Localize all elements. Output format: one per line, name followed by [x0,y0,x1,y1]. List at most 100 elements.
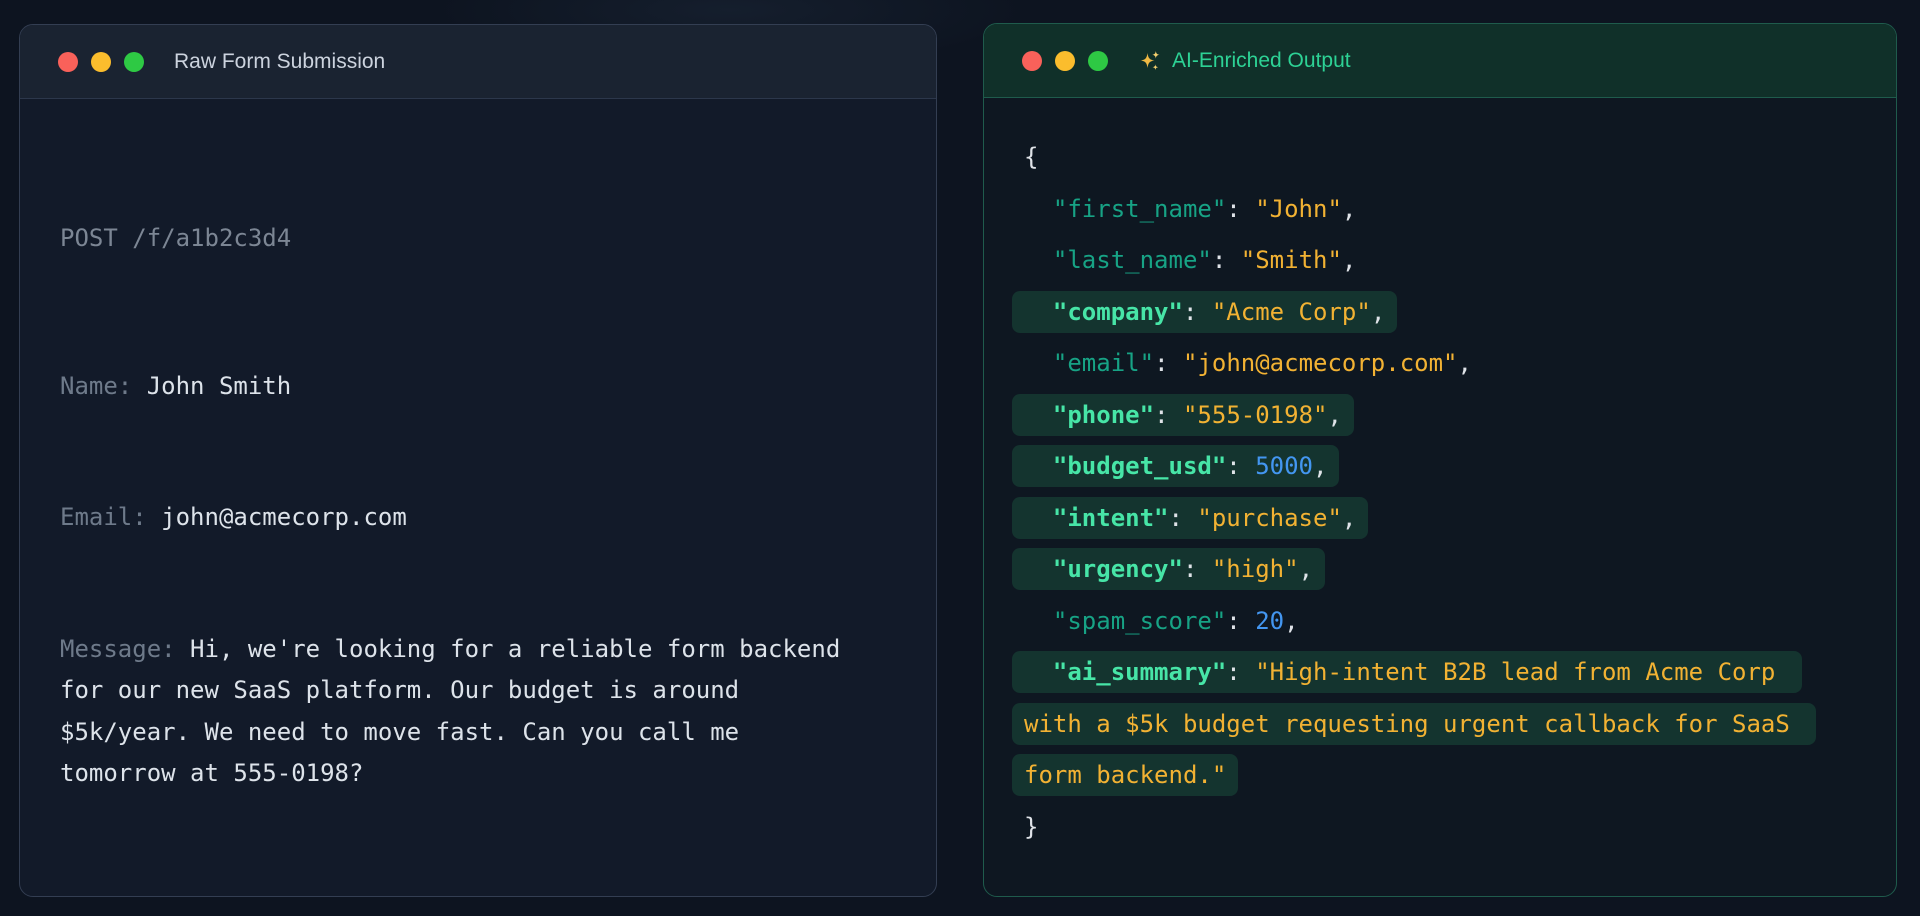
json-token: , [1342,246,1356,274]
json-token: "email" [1053,349,1154,377]
name-field: Name: John Smith [60,366,855,408]
json-token: , [1371,298,1385,326]
raw-form-content: POST /f/a1b2c3d4 Name: John Smith Email:… [20,99,895,897]
close-button-icon[interactable] [58,52,78,72]
json-line: "urgency": "high", [1024,544,1856,596]
json-token: : [1154,349,1183,377]
window-title: AI-Enriched Output [1138,49,1351,73]
window-controls [58,52,144,72]
ai-output-window: AI-Enriched Output { "first_name": "John… [983,23,1897,897]
json-token: , [1327,401,1341,429]
email-value: john@acmecorp.com [161,503,407,531]
minimize-button-icon[interactable] [1055,51,1075,71]
json-token: "spam_score" [1053,607,1226,635]
json-token [1024,607,1053,635]
json-token: "first_name" [1053,195,1226,223]
json-line: "company": "Acme Corp", [1024,287,1856,339]
message-field: Message: Hi, we're looking for a reliabl… [60,629,855,795]
json-line: form backend." [1024,750,1856,802]
json-token [1024,555,1053,583]
ai-enriched-highlight: form backend." [1012,754,1238,796]
window-controls [1022,51,1108,71]
json-line: { [1024,132,1856,184]
json-token: "last_name" [1053,246,1212,274]
json-token: 5000 [1255,452,1313,480]
json-token: "budget_usd" [1053,452,1226,480]
json-line: "last_name": "Smith", [1024,235,1856,287]
name-value: John Smith [147,372,292,400]
json-token [1024,349,1053,377]
json-line: with a $5k budget requesting urgent call… [1024,699,1856,751]
ai-enriched-highlight: "ai_summary": "High-intent B2B lead from… [1012,651,1802,693]
request-line: POST /f/a1b2c3d4 [60,218,855,260]
ai-output-titlebar: AI-Enriched Output [984,24,1896,98]
json-token: : [1226,658,1255,686]
json-token: with a $5k budget requesting urgent call… [1024,710,1804,738]
ai-enriched-highlight: "company": "Acme Corp", [1012,291,1397,333]
json-line: "first_name": "John", [1024,184,1856,236]
json-token: , [1458,349,1472,377]
json-token: : [1154,401,1183,429]
json-token: : [1226,607,1255,635]
maximize-button-icon[interactable] [124,52,144,72]
json-token: : [1226,452,1255,480]
json-token: : [1183,555,1212,583]
json-token: } [1024,813,1038,841]
email-label: Email: [60,503,161,531]
minimize-button-icon[interactable] [91,52,111,72]
ai-enriched-highlight: with a $5k budget requesting urgent call… [1012,703,1816,745]
json-token: "phone" [1053,401,1154,429]
json-token: : [1183,298,1212,326]
json-token [1024,298,1053,326]
email-field: Email: john@acmecorp.com [60,497,855,539]
json-line: "ai_summary": "High-intent B2B lead from… [1024,647,1856,699]
json-code: { "first_name": "John", "last_name": "Sm… [984,98,1896,887]
json-token: , [1342,504,1356,532]
json-line: "phone": "555-0198", [1024,390,1856,442]
json-token: "high" [1212,555,1299,583]
json-token [1024,401,1053,429]
json-line: "intent": "purchase", [1024,493,1856,545]
json-token: , [1299,555,1313,583]
sparkles-icon [1138,49,1162,73]
ai-enriched-highlight: "intent": "purchase", [1012,497,1368,539]
json-token [1024,195,1053,223]
ai-enriched-highlight: "budget_usd": 5000, [1012,445,1339,487]
json-token: "purchase" [1197,504,1342,532]
json-token: 20 [1255,607,1284,635]
json-token: form backend." [1024,761,1226,789]
json-token: : [1169,504,1198,532]
json-token [1024,246,1053,274]
json-token: "Acme Corp" [1212,298,1371,326]
json-token: "urgency" [1053,555,1183,583]
raw-form-titlebar: Raw Form Submission [20,25,936,99]
json-token: "555-0198" [1183,401,1328,429]
maximize-button-icon[interactable] [1088,51,1108,71]
json-token: "Smith" [1241,246,1342,274]
raw-form-window: Raw Form Submission POST /f/a1b2c3d4 Nam… [19,24,937,897]
json-token: , [1342,195,1356,223]
json-token: : [1226,195,1255,223]
json-token: , [1313,452,1327,480]
json-token: "High-intent B2B lead from Acme Corp [1255,658,1790,686]
name-label: Name: [60,372,147,400]
json-line: "budget_usd": 5000, [1024,441,1856,493]
json-token: "john@acmecorp.com" [1183,349,1458,377]
json-token: "ai_summary" [1053,658,1226,686]
ai-enriched-highlight: "urgency": "high", [1012,548,1325,590]
json-line: "email": "john@acmecorp.com", [1024,338,1856,390]
json-line: } [1024,802,1856,854]
json-token [1024,452,1053,480]
window-title-text: AI-Enriched Output [1172,49,1351,73]
json-token: : [1212,246,1241,274]
json-token: , [1284,607,1298,635]
json-token: "John" [1255,195,1342,223]
json-token [1024,658,1053,686]
message-label: Message: [60,635,190,663]
json-line: "spam_score": 20, [1024,596,1856,648]
json-token: "company" [1053,298,1183,326]
json-token: "intent" [1053,504,1169,532]
ai-enriched-highlight: "phone": "555-0198", [1012,394,1354,436]
json-token: { [1024,143,1038,171]
close-button-icon[interactable] [1022,51,1042,71]
